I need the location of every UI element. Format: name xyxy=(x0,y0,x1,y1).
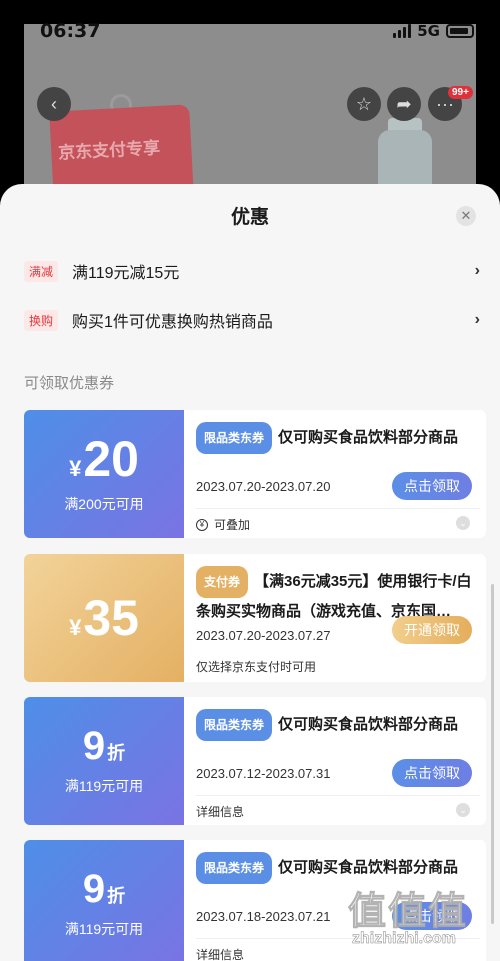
details-link[interactable]: 详细信息 xyxy=(196,803,244,820)
promo-tag: 换购 xyxy=(24,309,59,331)
coupon-card: 9 折 满119元可用 限品类东券 仅可购买食品饮料部分商品 2023.07.12… xyxy=(24,697,486,825)
claim-coupon-button[interactable]: 点击领取 xyxy=(392,472,472,500)
activate-claim-button[interactable]: 开通领取 xyxy=(392,616,472,644)
coupon-title: 仅可购买食品饮料部分商品 xyxy=(278,428,459,446)
coupon-value-panel: 9 折 满119元可用 xyxy=(24,840,184,961)
coupon-period: 2023.07.20-2023.07.27 xyxy=(196,628,331,643)
coupon-value-panel: ¥ 20 满200元可用 xyxy=(24,410,184,538)
share-icon: ➦ xyxy=(396,93,412,114)
promo-row-full-reduction[interactable]: 满减 满119元减15元 › xyxy=(24,257,480,285)
chevron-right-icon: › xyxy=(474,311,480,328)
promo-hang-tag-text: 京东支付专享 xyxy=(57,138,161,163)
chevron-right-icon: › xyxy=(474,262,480,279)
status-time: 06:37 xyxy=(40,20,101,42)
chevron-left-icon: ‹ xyxy=(51,93,57,114)
coupon-amount: 9 xyxy=(82,724,106,768)
coupon-condition: 满200元可用 xyxy=(64,496,144,512)
promo-row-exchange[interactable]: 换购 购买1件可优惠换购热销商品 › xyxy=(24,306,480,334)
coupon-value-panel: 9 折 满119元可用 xyxy=(24,697,184,825)
coupon-period: 2023.07.20-2023.07.20 xyxy=(196,479,331,494)
coupon-section-label: 可领取优惠券 xyxy=(24,375,115,392)
signal-icon xyxy=(393,24,412,38)
coupon-value-panel: ¥ 35 xyxy=(24,554,184,682)
coupon-period: 2023.07.18-2023.07.21 xyxy=(196,909,331,924)
coupon-type-badge: 限品类东券 xyxy=(196,709,273,741)
watermark-logo: 值值值 xyxy=(347,891,469,934)
coupon-type-badge: 限品类东券 xyxy=(196,422,273,454)
coupon-amount: 9 xyxy=(82,867,106,911)
close-icon: ✕ xyxy=(460,208,472,223)
coupon-amount: 20 xyxy=(83,431,139,487)
coupon-footer: 可叠加 xyxy=(214,518,251,532)
close-button[interactable]: ✕ xyxy=(456,206,476,226)
promo-text: 购买1件可优惠换购热销商品 xyxy=(72,314,273,331)
scrollbar[interactable] xyxy=(491,584,494,924)
currency-symbol: ¥ xyxy=(69,456,82,481)
site-watermark: 值值值 zhizhizhi.com xyxy=(347,880,498,960)
discount-suffix: 折 xyxy=(107,886,126,906)
favorite-button[interactable]: ☆ xyxy=(347,87,381,121)
promo-tag: 满减 xyxy=(24,260,59,282)
coupon-title: 仅可购买食品饮料部分商品 xyxy=(278,715,459,733)
currency-symbol: ¥ xyxy=(69,615,82,640)
details-link[interactable]: 详细信息 xyxy=(196,946,244,961)
coupon-type-badge: 支付券 xyxy=(196,566,249,598)
watermark-url: zhizhizhi.com xyxy=(352,930,457,948)
claim-coupon-button[interactable]: 点击领取 xyxy=(392,759,472,787)
coupon-card: ¥ 20 满200元可用 限品类东券 仅可购买食品饮料部分商品 2023.07.2… xyxy=(24,410,486,538)
expand-details-icon[interactable]: ⌄ xyxy=(456,803,470,817)
expand-details-icon[interactable]: ⌄ xyxy=(456,516,470,530)
coupon-condition: 满119元可用 xyxy=(64,778,144,794)
coupon-card: ¥ 35 支付券 【满36元减35元】使用银行卡/白条购买实物商品（游戏充值、京东… xyxy=(24,554,486,682)
message-count-badge: 99+ xyxy=(448,86,473,99)
coupon-footer: 仅选择京东支付时可用 xyxy=(196,660,317,674)
coupon-period: 2023.07.12-2023.07.31 xyxy=(196,766,331,781)
coupon-title: 仅可购买食品饮料部分商品 xyxy=(278,858,459,876)
coupon-type-badge: 限品类东券 xyxy=(196,852,273,884)
status-bar: 06:37 5G xyxy=(0,0,500,48)
battery-icon xyxy=(446,24,474,38)
coupon-condition: 满119元可用 xyxy=(64,921,144,937)
sheet-title: 优惠 xyxy=(230,207,269,228)
star-icon: ☆ xyxy=(355,93,373,114)
stackable-icon: ¥ xyxy=(196,518,208,531)
share-button[interactable]: ➦ xyxy=(387,87,421,121)
promo-text: 满119元减15元 xyxy=(72,265,180,282)
discount-suffix: 折 xyxy=(107,743,126,763)
back-button[interactable]: ‹ xyxy=(37,87,71,121)
coupon-amount: 35 xyxy=(83,590,139,646)
network-label: 5G xyxy=(417,22,440,40)
discount-sheet: 优惠 ✕ 满减 满119元减15元 › 换购 购买1件可优惠换购热销商品 › 可… xyxy=(0,184,500,961)
